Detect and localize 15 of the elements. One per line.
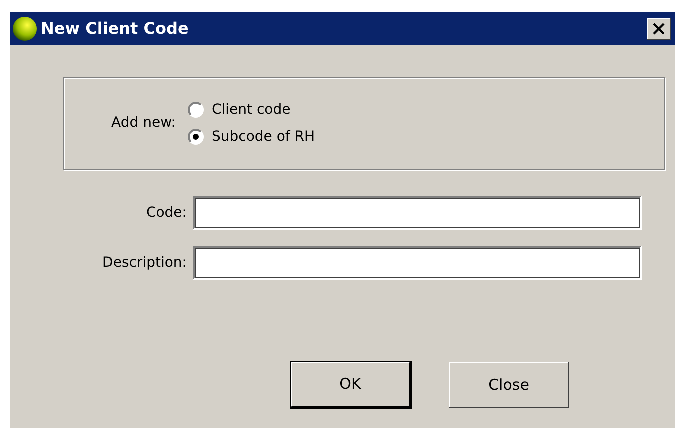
radio-button[interactable]: [188, 102, 204, 118]
close-button[interactable]: [647, 18, 671, 40]
input-field[interactable]: [193, 246, 642, 280]
window-title: New Client Code: [41, 18, 190, 40]
radio-button[interactable]: [188, 129, 204, 145]
close-button[interactable]: Close: [449, 362, 569, 408]
globe-icon: [12, 16, 38, 42]
field-label: Code:: [145, 204, 188, 222]
field-label: Description:: [102, 254, 188, 272]
close-icon: [652, 22, 666, 36]
input-field[interactable]: [193, 196, 642, 230]
add-new-label: Add new:: [110, 114, 177, 133]
radio-label[interactable]: Client code: [212, 100, 291, 120]
ok-button[interactable]: OK: [291, 362, 411, 408]
radio-label[interactable]: Subcode of RH: [212, 126, 316, 148]
